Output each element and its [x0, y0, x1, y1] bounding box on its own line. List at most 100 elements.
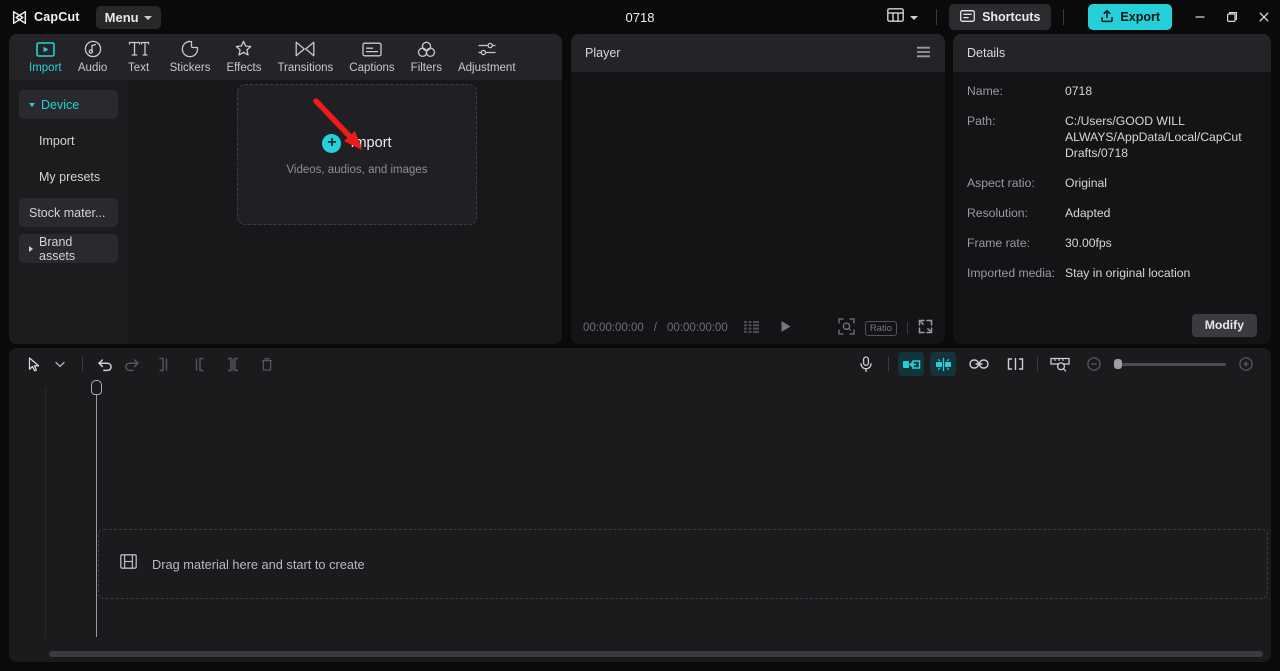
microphone-icon[interactable] [853, 352, 879, 376]
maximize-button[interactable] [1216, 0, 1248, 34]
timeline-panel: Drag material here and start to create [9, 348, 1271, 662]
playhead-handle-icon[interactable] [91, 380, 102, 395]
player-right-controls: Ratio [838, 318, 933, 338]
sidebar-item-label: Import [39, 133, 75, 148]
play-button-icon[interactable] [780, 320, 792, 336]
adjustment-icon [477, 39, 497, 59]
import-dropzone-main: + Import [322, 133, 392, 153]
text-icon [128, 39, 150, 59]
modify-button[interactable]: Modify [1191, 313, 1257, 337]
tab-label: Effects [226, 62, 262, 74]
tab-captions[interactable]: Captions [341, 34, 402, 74]
sidebar-item-label: My presets [39, 169, 101, 184]
tab-text[interactable]: Text [116, 34, 162, 74]
delete-icon[interactable] [254, 352, 280, 376]
export-label: Export [1120, 10, 1160, 24]
link-icon[interactable] [966, 352, 992, 376]
zoom-slider[interactable] [1114, 359, 1226, 369]
timeline-playhead[interactable] [91, 380, 102, 637]
player-total-time: 00:00:00:00 [666, 322, 728, 334]
sidebar-item-device[interactable]: Device [19, 90, 118, 119]
split-right-icon[interactable] [186, 352, 212, 376]
triangle-right-icon [29, 245, 33, 252]
zoom-in-icon[interactable] [1233, 352, 1259, 376]
window-controls [1184, 0, 1280, 34]
details-key: Resolution: [967, 206, 1028, 220]
player-preview-stage[interactable] [571, 72, 945, 312]
details-value: Stay in original location [1065, 266, 1191, 280]
details-row-path: Path: C:/Users/GOOD WILL ALWAYS/AppData/… [967, 113, 1257, 161]
player-title: Player [585, 46, 621, 60]
fullscreen-icon[interactable] [918, 319, 933, 337]
capcut-window: CapCut Menu 0718 Shortcuts Export Import… [0, 0, 1280, 671]
snap-icon[interactable] [930, 352, 956, 376]
frame-list-icon[interactable] [743, 320, 760, 336]
stickers-icon [181, 39, 199, 59]
zoom-slider-handle[interactable] [1114, 359, 1122, 369]
shortcuts-button[interactable]: Shortcuts [949, 4, 1052, 30]
tab-transitions[interactable]: Transitions [269, 34, 341, 74]
layout-switch-button[interactable] [881, 4, 924, 31]
close-button[interactable] [1248, 0, 1280, 34]
magnify-preview-icon[interactable] [838, 318, 855, 338]
timeline-canvas[interactable]: Drag material here and start to create [9, 380, 1271, 662]
tab-stickers[interactable]: Stickers [162, 34, 219, 74]
details-value: 30.00fps [1065, 236, 1112, 250]
sidebar-item-stock-materials[interactable]: Stock mater... [19, 198, 118, 227]
media-sidebar: Device Import My presets Stock mater... … [9, 80, 128, 344]
menu-label: Menu [104, 9, 139, 25]
project-title-text: 0718 [625, 9, 655, 25]
tab-label: Stickers [169, 62, 211, 74]
layout-grid-icon [887, 7, 904, 27]
details-key: Imported media: [967, 266, 1056, 280]
sidebar-item-brand-assets[interactable]: Brand assets [19, 234, 118, 263]
tab-adjustment[interactable]: Adjustment [450, 34, 524, 74]
sidebar-item-import[interactable]: Import [19, 126, 118, 155]
export-button[interactable]: Export [1088, 4, 1172, 30]
zoom-to-fit-icon[interactable] [1047, 352, 1073, 376]
import-dropzone-title: Import [350, 135, 392, 151]
player-menu-icon[interactable] [916, 46, 931, 61]
auto-fit-icon[interactable] [898, 352, 924, 376]
capcut-logo-icon [11, 10, 28, 25]
timeline-horizontal-scrollbar[interactable] [49, 651, 1263, 657]
plus-icon: + [322, 133, 342, 153]
ratio-button[interactable]: Ratio [864, 320, 897, 336]
export-upload-icon [1100, 9, 1114, 26]
details-key: Name: [967, 84, 1003, 98]
cut-clip-icon[interactable] [1002, 352, 1028, 376]
details-key: Path: [967, 114, 996, 128]
tab-effects[interactable]: Effects [219, 34, 270, 74]
titlebar-divider-2 [1063, 9, 1065, 25]
tab-filters[interactable]: Filters [403, 34, 450, 74]
minimize-button[interactable] [1184, 0, 1216, 34]
player-time-separator: / [653, 322, 657, 334]
sidebar-item-label: Brand assets [39, 234, 76, 263]
tool-chevron-down-icon[interactable] [47, 352, 73, 376]
tab-import[interactable]: Import [21, 34, 70, 74]
select-tool-icon[interactable] [21, 352, 47, 376]
details-body: Name: 0718 Path: C:/Users/GOOD WILL ALWA… [953, 72, 1271, 306]
details-row-frame-rate: Frame rate: 30.00fps [967, 235, 1257, 251]
upper-panels: Import Audio Text Stickers Effects Trans… [0, 34, 1280, 344]
titlebar-divider-1 [936, 9, 938, 25]
triangle-down-icon [29, 102, 35, 107]
timeline-dropzone[interactable]: Drag material here and start to create [98, 529, 1268, 599]
details-header: Details [953, 34, 1271, 72]
split-left-icon[interactable] [152, 352, 178, 376]
menu-button[interactable]: Menu [95, 5, 161, 29]
layout-chevron-down-icon [910, 16, 919, 20]
annotation-arrow-icon [313, 98, 362, 150]
tab-label: Filters [410, 62, 442, 74]
undo-icon[interactable] [92, 352, 118, 376]
sidebar-item-label: Stock mater... [29, 205, 106, 220]
sidebar-item-my-presets[interactable]: My presets [19, 162, 118, 191]
redo-icon[interactable] [118, 352, 144, 376]
zoom-out-icon[interactable] [1081, 352, 1107, 376]
function-tab-bar: Import Audio Text Stickers Effects Trans… [9, 34, 562, 80]
split-icon[interactable] [220, 352, 246, 376]
tab-label: Transitions [277, 62, 334, 74]
details-value: 0718 [1065, 84, 1093, 98]
import-dropzone[interactable]: + Import Videos, audios, and images [237, 84, 477, 225]
tab-audio[interactable]: Audio [70, 34, 116, 74]
